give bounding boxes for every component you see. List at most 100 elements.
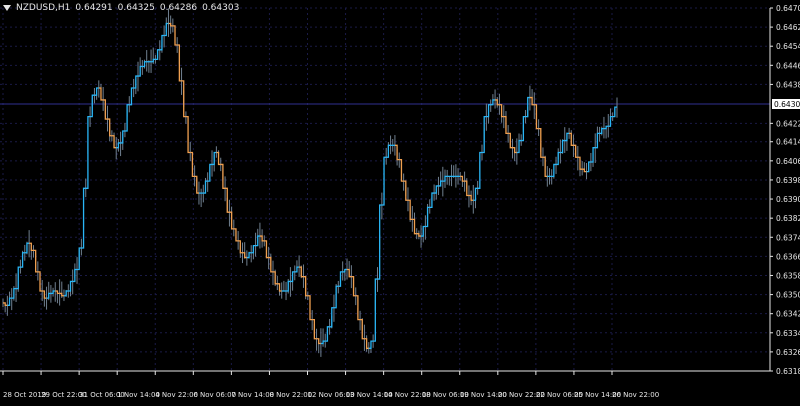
ma-segment xyxy=(542,156,548,178)
ma-segment xyxy=(307,295,313,321)
ma-segment xyxy=(181,80,186,118)
ma-segment xyxy=(394,144,400,161)
ma-segment xyxy=(573,144,578,158)
ma-segment xyxy=(190,151,195,178)
ma-segment xyxy=(225,187,230,213)
high-value: 0.64325 xyxy=(117,3,155,13)
ma-segment xyxy=(107,118,112,137)
chart-header: NZDUSD,H1 0.64291 0.64325 0.64286 0.6430… xyxy=(3,2,239,14)
ma-segment xyxy=(612,106,617,118)
y-tick-label: 0.63185 xyxy=(776,367,800,376)
ma-segment xyxy=(333,285,339,309)
ma-segment xyxy=(477,151,483,189)
ma-segment xyxy=(286,280,291,292)
low-value: 0.64286 xyxy=(159,3,198,13)
ma-segment xyxy=(3,302,8,306)
ma-segment xyxy=(85,116,91,189)
ma-segment xyxy=(294,266,300,273)
chart-menu-arrow-icon[interactable] xyxy=(3,5,11,11)
ma-segment xyxy=(551,163,557,178)
ma-segment xyxy=(137,65,143,77)
symbol-label: NZDUSD,H1 xyxy=(16,3,71,13)
ma-segment xyxy=(351,276,356,297)
y-tick-label: 0.64625 xyxy=(776,23,800,32)
x-tick-label: 8 Nov 22:00 xyxy=(269,391,312,399)
ma-segment xyxy=(329,307,334,328)
ma-segment xyxy=(590,147,596,163)
ma-segment xyxy=(412,218,417,235)
ma-segment xyxy=(11,287,17,299)
ma-segment xyxy=(90,94,95,118)
ma-segment xyxy=(403,180,408,201)
ma-segment xyxy=(425,206,430,228)
ma-segment xyxy=(129,87,134,106)
ma-segment xyxy=(238,240,243,254)
ma-segment xyxy=(586,161,591,173)
ma-segment xyxy=(20,252,25,268)
ma-segment xyxy=(521,116,526,142)
ma-segment xyxy=(185,116,191,154)
open-value: 0.64291 xyxy=(75,3,113,13)
ma-segment xyxy=(564,132,570,142)
price-chart[interactable]: 0.64705 0.64625 0.64545 0.64465 0.64385 0.642… xyxy=(0,0,800,406)
ma-segment xyxy=(50,290,56,295)
ma-segment xyxy=(29,242,34,252)
ma-segment xyxy=(569,132,574,146)
ma-segment xyxy=(516,139,522,154)
y-tick-label: 0.64705 xyxy=(776,4,800,13)
price-axis[interactable]: 0.64705 0.64625 0.64545 0.64465 0.64385 0.642… xyxy=(776,4,800,376)
ma-segment xyxy=(212,151,217,166)
ma-segment xyxy=(312,319,317,340)
ma-segment xyxy=(560,139,565,154)
ma-segment xyxy=(582,168,587,173)
ma-segment xyxy=(373,278,378,342)
ma-segment xyxy=(355,295,361,321)
ma-segment xyxy=(7,297,12,306)
ma-segment xyxy=(272,271,278,285)
y-tick-label: 0.64065 xyxy=(776,157,800,166)
ma-segment xyxy=(290,271,295,283)
ma-segment xyxy=(512,147,517,154)
ma-segment xyxy=(325,326,330,342)
y-tick-label: 0.63505 xyxy=(776,291,800,300)
ma-segment xyxy=(124,104,130,132)
y-tick-label: 0.64545 xyxy=(776,42,800,51)
ma-segment xyxy=(316,338,321,345)
ma-segment xyxy=(386,144,391,158)
y-tick-label: 0.63825 xyxy=(776,214,800,223)
ma-segment xyxy=(482,116,487,154)
ma-segment xyxy=(164,22,169,37)
ma-segment xyxy=(251,244,256,254)
ma-segment xyxy=(120,130,125,144)
time-axis[interactable]: 28 Oct 201929 Oct 22:0031 Oct 06:001 Nov… xyxy=(3,391,659,399)
y-tick-label: 0.63345 xyxy=(776,329,800,338)
ma-segment xyxy=(68,280,73,292)
ma-segment xyxy=(360,319,365,340)
ma-segment xyxy=(473,187,478,201)
ma-segment xyxy=(525,96,530,118)
ma-segment xyxy=(229,211,234,230)
ma-segment xyxy=(599,127,604,135)
x-tick-label: 28 Oct 2019 xyxy=(3,391,46,399)
ma-segment xyxy=(63,290,69,297)
current-price-tag: 0.64303 xyxy=(772,99,800,110)
y-tick-label: 0.63905 xyxy=(776,195,800,204)
price-tag-label: 0.64303 xyxy=(774,100,800,109)
ma-segment xyxy=(24,242,30,254)
ma-segment xyxy=(277,283,282,292)
ma-segment xyxy=(438,180,443,187)
ma-segment xyxy=(534,104,539,130)
y-tick-label: 0.64145 xyxy=(776,138,800,147)
y-tick-label: 0.63745 xyxy=(776,233,800,242)
ma-segment xyxy=(464,180,469,197)
ma-segment xyxy=(342,268,348,273)
ma-segment xyxy=(364,338,369,349)
ma-segment xyxy=(368,340,374,349)
ma-segment xyxy=(377,204,382,280)
ma-segment xyxy=(155,49,160,60)
ma-segment xyxy=(159,34,165,51)
chart-grid xyxy=(0,7,770,372)
y-tick-label: 0.63425 xyxy=(776,310,800,319)
ma-segment xyxy=(216,151,221,166)
ma-segment xyxy=(595,132,600,149)
